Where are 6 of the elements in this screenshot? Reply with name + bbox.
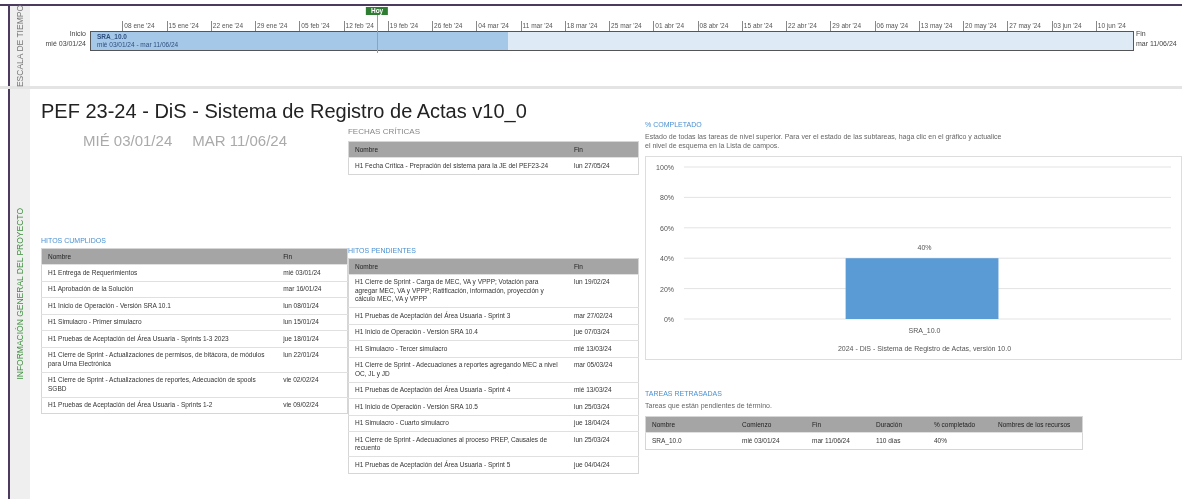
section-heading: FECHAS CRÍTICAS [347, 127, 421, 136]
project-date: MAR 11/06/24 [192, 132, 287, 149]
project-date: MIÉ 03/01/24 [83, 132, 173, 149]
project-title: PEF 23-24 - DiS - Sistema de Registro de Actas v10_0 [41, 99, 527, 123]
section-label: INFORMACIÓN GENERAL DEL PROYECTO [15, 208, 25, 380]
timescale-label: ESCALA DE TIEMPO [15, 5, 25, 88]
